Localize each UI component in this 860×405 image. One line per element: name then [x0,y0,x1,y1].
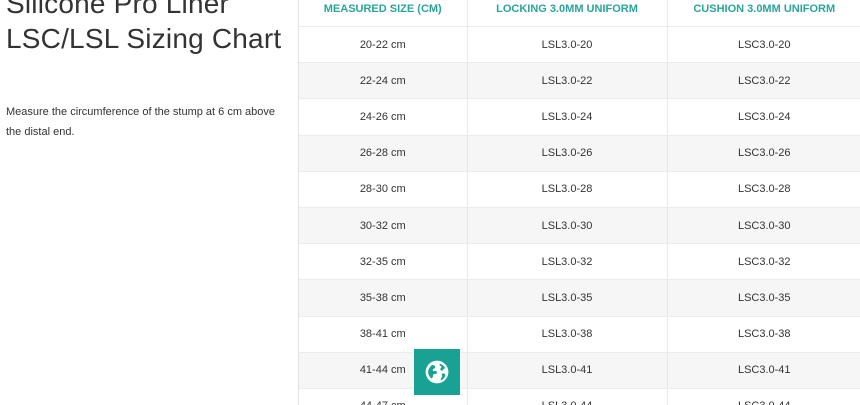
table-row: 44-47 cm LSL3.0-44 LSC3.0-44 [299,387,860,405]
cell-locking-code: LSL3.0-38 [467,315,668,353]
cell-cushion-code: LSC3.0-41 [667,351,860,389]
table-row: 32-35 cm LSL3.0-32 LSC3.0-32 [299,243,860,280]
cell-locking-code: LSL3.0-22 [467,62,668,99]
column-header-measured-size: MEASURED SIZE (CM) [299,0,468,27]
cell-cushion-code: LSC3.0-35 [667,279,860,316]
column-header-locking: LOCKING 3.0MM UNIFORM [467,0,668,27]
cell-measured-size: 32-35 cm [299,243,468,280]
cell-locking-code: LSL3.0-24 [467,98,668,136]
cell-measured-size: 22-24 cm [299,62,468,99]
cell-measured-size: 30-32 cm [299,206,468,244]
cell-cushion-code: LSC3.0-24 [667,98,860,136]
table-row: 24-26 cm LSL3.0-24 LSC3.0-24 [299,98,860,136]
page-title-line2: LSC/LSL Sizing Chart [6,23,282,54]
table-row: 28-30 cm LSL3.0-28 LSC3.0-28 [299,170,860,208]
cell-locking-code: LSL3.0-41 [467,351,668,389]
cell-measured-size: 24-26 cm [299,98,468,136]
table-row: 26-28 cm LSL3.0-26 LSC3.0-26 [299,134,860,172]
cell-measured-size: 28-30 cm [299,170,468,208]
table-row: 35-38 cm LSL3.0-35 LSC3.0-35 [299,279,860,316]
cell-cushion-code: LSC3.0-38 [667,315,860,353]
cell-cushion-code: LSC3.0-20 [667,25,860,63]
cell-cushion-code: LSC3.0-28 [667,170,860,208]
table-row: 20-22 cm LSL3.0-20 LSC3.0-20 [299,25,860,63]
table-row: 41-44 cm LSL3.0-41 LSC3.0-41 [299,351,860,389]
cell-cushion-code: LSC3.0-32 [667,243,860,280]
cell-measured-size: 20-22 cm [299,25,468,63]
cell-cushion-code: LSC3.0-22 [667,62,860,99]
cell-locking-code: LSL3.0-30 [467,206,668,244]
cell-locking-code: LSL3.0-20 [467,25,668,63]
cell-locking-code: LSL3.0-28 [467,170,668,208]
cell-measured-size: 38-41 cm [299,315,468,353]
cell-locking-code: LSL3.0-44 [467,387,668,405]
cell-cushion-code: LSC3.0-30 [667,206,860,244]
table-row: 22-24 cm LSL3.0-22 LSC3.0-22 [299,62,860,99]
page-title: Silicone Pro Liner LSC/LSL Sizing Chart [6,0,281,56]
page-title-line1: Silicone Pro Liner [6,0,230,19]
measurement-instructions: Measure the circumference of the stump a… [6,106,276,138]
cell-locking-code: LSL3.0-32 [467,243,668,280]
sizing-table-container: MEASURED SIZE (CM) LOCKING 3.0MM UNIFORM… [298,0,860,405]
column-header-cushion: CUSHION 3.0MM UNIFORM [693,3,836,15]
globe-icon [424,359,450,385]
left-panel: Silicone Pro Liner LSC/LSL Sizing Chart … [0,0,298,405]
cell-cushion-code: LSC3.0-44 [667,387,860,405]
cell-locking-code: LSL3.0-26 [467,134,668,172]
cell-cushion-code: LSC3.0-26 [667,134,860,172]
cell-locking-code: LSL3.0-35 [467,279,668,316]
table-row: 30-32 cm LSL3.0-30 LSC3.0-30 [299,206,860,244]
language-globe-button[interactable] [414,349,460,395]
cell-measured-size: 35-38 cm [299,279,468,316]
table-header-row: MEASURED SIZE (CM) LOCKING 3.0MM UNIFORM… [299,0,860,27]
sizing-table: MEASURED SIZE (CM) LOCKING 3.0MM UNIFORM… [299,0,860,405]
cell-measured-size: 26-28 cm [299,134,468,172]
table-row: 38-41 cm LSL3.0-38 LSC3.0-38 [299,315,860,353]
